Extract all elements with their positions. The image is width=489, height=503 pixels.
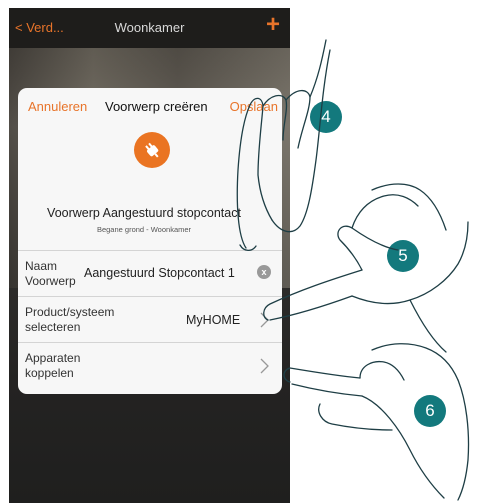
hand-6-finger [283, 367, 361, 383]
hand-5-thumb [351, 194, 419, 229]
hand-5-finger [263, 269, 363, 321]
hand-6-back [361, 395, 445, 499]
hand-6-under [291, 383, 363, 397]
pointing-hands-illustration [236, 39, 470, 501]
hand-4-finger [236, 97, 273, 249]
hand-5-top [371, 183, 447, 231]
hand-4-knuckle [285, 89, 311, 149]
hand-5-under [269, 295, 353, 321]
hand-6-knuckle [359, 360, 405, 381]
hand-5-knuckle [337, 225, 399, 271]
hand-6-wrist [457, 379, 470, 501]
hand-5-wrist [409, 299, 447, 353]
hand-6-thumb [318, 403, 393, 431]
hand-5-back [351, 221, 469, 305]
hand-4-palm [262, 94, 288, 141]
hand-4-nail [239, 244, 257, 252]
hand-4-back [271, 49, 331, 233]
